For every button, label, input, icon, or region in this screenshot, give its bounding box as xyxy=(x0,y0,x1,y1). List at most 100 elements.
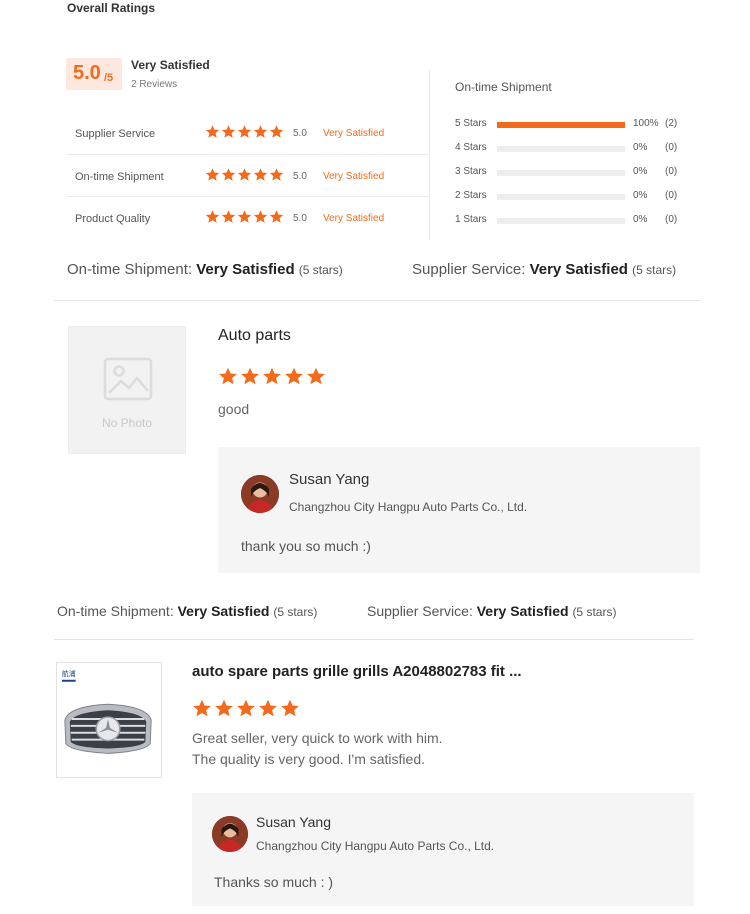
review-1-shipment-summary: On-time Shipment: Very Satisfied (5 star… xyxy=(67,261,343,278)
overall-review-count: 2 Reviews xyxy=(131,79,178,90)
category-stars xyxy=(205,124,284,139)
star-icon xyxy=(221,209,236,224)
review-1-stars xyxy=(218,366,326,386)
shipment-stars: (5 stars) xyxy=(298,263,343,277)
review-2-service-summary: Supplier Service: Very Satisfied (5 star… xyxy=(367,603,616,619)
reply-text: Thanks so much : ) xyxy=(214,874,334,890)
review-1-title: Auto parts xyxy=(218,327,291,344)
avatar xyxy=(241,475,279,513)
avatar-image xyxy=(212,816,248,852)
no-photo-icon xyxy=(103,357,153,401)
star-icon xyxy=(218,366,238,386)
star-icon xyxy=(258,698,278,718)
star-icon xyxy=(240,366,260,386)
category-stars xyxy=(205,167,284,182)
distribution-label: 4 Stars xyxy=(455,142,487,153)
distribution-title: On-time Shipment xyxy=(455,80,552,94)
reply-author-name: Susan Yang xyxy=(289,471,370,488)
overall-score: 5.0 xyxy=(73,62,101,84)
overall-score-badge: 5.0 /5 xyxy=(66,58,122,90)
reply-company: Changzhou City Hangpu Auto Parts Co., Lt… xyxy=(289,500,528,514)
distribution-row-3: 3 Stars 0% (0) xyxy=(455,166,695,190)
distribution-count: (0) xyxy=(665,190,678,201)
category-level: Very Satisfied xyxy=(323,213,385,224)
category-row-on-time-shipment: On-time Shipment 5.0 Very Satisfied xyxy=(67,154,429,196)
star-icon xyxy=(306,366,326,386)
review-2-product-thumbnail[interactable]: 航浦 xyxy=(56,662,162,778)
distribution-percent: 0% xyxy=(633,214,648,225)
review-1-service-summary: Supplier Service: Very Satisfied (5 star… xyxy=(412,261,676,278)
star-icon xyxy=(205,124,220,139)
star-icon xyxy=(205,167,220,182)
service-label: Supplier Service: xyxy=(367,603,473,619)
star-icon xyxy=(284,366,304,386)
svg-text:航浦: 航浦 xyxy=(62,669,76,678)
distribution-bar xyxy=(497,122,625,128)
category-score: 5.0 xyxy=(293,171,307,182)
distribution-label: 1 Stars xyxy=(455,214,487,225)
review-1-photo-placeholder: No Photo xyxy=(68,326,186,454)
shipment-value: Very Satisfied xyxy=(196,261,295,278)
service-label: Supplier Service: xyxy=(412,261,526,278)
category-row-supplier-service: Supplier Service 5.0 Very Satisfied xyxy=(67,112,429,154)
no-photo-text: No Photo xyxy=(101,416,153,430)
category-ratings: Supplier Service 5.0 Very Satisfied On-t… xyxy=(67,112,429,238)
star-icon xyxy=(269,124,284,139)
avatar xyxy=(212,816,248,852)
star-icon xyxy=(237,124,252,139)
distribution-percent: 100% xyxy=(633,118,659,129)
avatar-image xyxy=(241,475,279,513)
category-label: Product Quality xyxy=(75,213,151,225)
star-icon xyxy=(236,698,256,718)
shipment-label: On-time Shipment: xyxy=(67,261,193,278)
ratings-divider xyxy=(429,70,430,240)
distribution-percent: 0% xyxy=(633,166,648,177)
reply-author-name: Susan Yang xyxy=(256,814,331,830)
overall-ratings-title: Overall Ratings xyxy=(67,1,156,15)
distribution-row-5: 5 Stars 100% (2) xyxy=(455,118,695,142)
service-stars: (5 stars) xyxy=(632,263,677,277)
distribution-percent: 0% xyxy=(633,142,648,153)
category-label: Supplier Service xyxy=(75,128,156,140)
star-icon xyxy=(214,698,234,718)
reply-company: Changzhou City Hangpu Auto Parts Co., Lt… xyxy=(256,839,495,853)
distribution-bar-fill xyxy=(497,122,625,128)
distribution-bar xyxy=(497,170,625,176)
distribution-bar xyxy=(497,218,625,224)
star-icon xyxy=(221,124,236,139)
category-level: Very Satisfied xyxy=(323,171,385,182)
review-2-divider xyxy=(54,639,694,640)
star-icon xyxy=(262,366,282,386)
review-1-reply: Susan Yang Changzhou City Hangpu Auto Pa… xyxy=(218,447,700,573)
distribution-count: (0) xyxy=(665,166,678,177)
shipment-stars: (5 stars) xyxy=(273,605,318,619)
star-icon xyxy=(253,209,268,224)
review-body-line: Great seller, very quick to work with hi… xyxy=(192,730,443,746)
shipment-value: Very Satisfied xyxy=(177,603,270,619)
star-distribution: 5 Stars 100% (2) 4 Stars 0% (0) 3 Stars … xyxy=(455,118,695,238)
category-score: 5.0 xyxy=(293,213,307,224)
star-icon xyxy=(253,124,268,139)
distribution-percent: 0% xyxy=(633,190,648,201)
distribution-label: 2 Stars xyxy=(455,190,487,201)
distribution-count: (0) xyxy=(665,214,678,225)
distribution-label: 3 Stars xyxy=(455,166,487,177)
star-icon xyxy=(269,167,284,182)
service-value: Very Satisfied xyxy=(529,261,628,278)
overall-score-suffix: /5 xyxy=(104,72,114,84)
reply-text: thank you so much :) xyxy=(241,538,371,554)
service-stars: (5 stars) xyxy=(572,605,617,619)
distribution-count: (0) xyxy=(665,142,678,153)
category-level: Very Satisfied xyxy=(323,128,385,139)
distribution-row-4: 4 Stars 0% (0) xyxy=(455,142,695,166)
star-icon xyxy=(237,209,252,224)
review-body-line: The quality is very good. I'm satisfied. xyxy=(192,751,425,767)
star-icon xyxy=(280,698,300,718)
review-2-title[interactable]: auto spare parts grille grills A20488027… xyxy=(192,663,522,680)
review-1-divider xyxy=(54,300,700,301)
review-body-line: good xyxy=(218,401,250,417)
review-2-stars xyxy=(192,698,300,718)
distribution-label: 5 Stars xyxy=(455,118,487,129)
category-stars xyxy=(205,209,284,224)
distribution-bar xyxy=(497,146,625,152)
